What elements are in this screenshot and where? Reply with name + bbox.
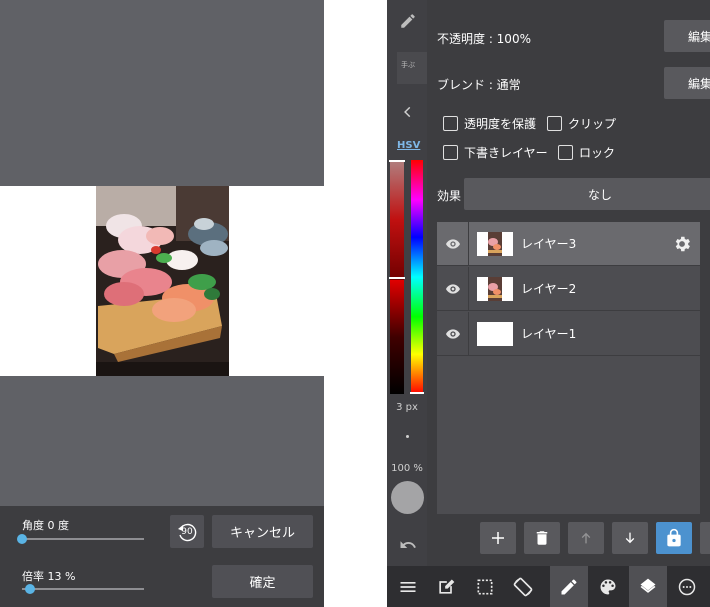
palette-button[interactable]	[589, 566, 627, 607]
canvas-area[interactable]	[0, 0, 324, 506]
menu-button[interactable]	[389, 566, 427, 607]
draft-layer-label: 下書きレイヤー	[464, 146, 548, 160]
pencil-icon	[401, 14, 415, 28]
eye-icon	[445, 239, 460, 249]
angle-label: 角度 0 度	[22, 519, 69, 532]
pencil-tool-button[interactable]	[393, 6, 423, 36]
protect-alpha-checkbox-row[interactable]: 透明度を保護	[443, 115, 536, 132]
layer-name-1: レイヤー1	[521, 327, 577, 341]
lock-icon	[667, 528, 681, 547]
arrow-down-icon	[625, 532, 635, 544]
eye-icon	[445, 284, 460, 294]
layer-panel: 不透明度 : 100% 編集 ブレンド : 通常 編集 透明度を保護 クリップ …	[427, 0, 710, 566]
gear-icon	[675, 236, 690, 252]
brush-icon	[561, 578, 577, 594]
effect-select-button[interactable]: なし	[464, 178, 710, 210]
undo-button[interactable]	[393, 530, 423, 560]
angle-slider-knob[interactable]	[17, 534, 27, 544]
protect-alpha-label: 透明度を保護	[464, 117, 537, 131]
angle-slider-track[interactable]	[22, 538, 144, 540]
brush-opacity-value[interactable]: 100 %	[387, 463, 427, 474]
move-layer-up-button[interactable]	[568, 522, 604, 554]
collapse-panel-button[interactable]	[393, 97, 423, 127]
undo-icon	[400, 541, 416, 548]
brush-preset-text: 手ぶ	[401, 61, 415, 69]
brush-button[interactable]	[550, 566, 588, 607]
transform-controls: 角度 0 度 倍率 13 % 90 キャンセル 確定	[0, 506, 324, 607]
visibility-toggle-3[interactable]	[437, 222, 469, 266]
brush-preset-tab[interactable]: 手ぶ	[397, 52, 427, 84]
edit-button[interactable]	[427, 566, 465, 607]
cancel-button[interactable]: キャンセル	[212, 515, 313, 548]
pasted-photo[interactable]	[96, 186, 229, 376]
menu-icon	[400, 581, 416, 592]
more-options-button[interactable]	[668, 566, 706, 607]
draft-layer-checkbox-row[interactable]: 下書きレイヤー	[443, 144, 548, 161]
lock-checkbox[interactable]	[558, 145, 573, 160]
layer-list: レイヤー3 レイヤー2 レイヤー1	[437, 222, 700, 514]
layer-opacity-label: 不透明度 : 100%	[437, 32, 531, 46]
photo-thumbnail-image	[477, 277, 513, 301]
dots-circle-icon	[678, 578, 696, 595]
clip-label: クリップ	[568, 117, 617, 131]
layer-pane: 手ぶ HSV 3 px 100 % 不透明度: 100% 編集 ブレンド: …	[387, 0, 710, 607]
lock-layer-button[interactable]	[656, 522, 692, 554]
layer-row-3[interactable]: レイヤー3	[437, 222, 700, 266]
effect-label: 効果	[437, 189, 462, 203]
color-sliders[interactable]	[389, 160, 425, 396]
arrow-up-icon	[581, 532, 591, 544]
delete-layer-button[interactable]	[524, 522, 560, 554]
confirm-button[interactable]: 確定	[212, 565, 313, 598]
layer-settings-button[interactable]	[670, 232, 694, 256]
visibility-toggle-2[interactable]	[437, 267, 469, 311]
layer-thumbnail-3	[477, 232, 513, 256]
blend-mode-label: ブレンド : 通常	[437, 78, 521, 92]
edit-icon	[439, 579, 455, 594]
eye-icon	[445, 329, 460, 339]
bottom-toolbar	[387, 566, 710, 607]
plus-icon	[492, 532, 504, 544]
layers-button[interactable]	[629, 566, 667, 607]
brush-size-preview	[406, 435, 409, 438]
layer-more-button[interactable]	[700, 522, 710, 554]
layer-name-3: レイヤー3	[521, 237, 577, 251]
rotate-icon	[513, 577, 533, 596]
layer-row-2[interactable]: レイヤー2	[437, 267, 700, 311]
chevron-left-icon	[404, 106, 411, 118]
clip-checkbox[interactable]	[547, 116, 562, 131]
photo-thumbnail-image	[477, 232, 513, 256]
trash-icon	[536, 531, 548, 545]
layers-icon	[640, 578, 656, 593]
transform-button[interactable]	[504, 566, 542, 607]
move-layer-down-button[interactable]	[612, 522, 648, 554]
visibility-toggle-1[interactable]	[437, 312, 469, 356]
layer-thumbnail-2	[477, 277, 513, 301]
lock-checkbox-row[interactable]: ロック	[558, 144, 615, 161]
scale-slider-track[interactable]	[22, 588, 144, 590]
sushi-photo-image	[96, 186, 229, 376]
scale-slider-knob[interactable]	[25, 584, 35, 594]
add-layer-button[interactable]	[480, 522, 516, 554]
scale-label: 倍率 13 %	[22, 570, 76, 583]
layer-name-2: レイヤー2	[521, 282, 577, 296]
clip-checkbox-row[interactable]: クリップ	[547, 115, 616, 132]
current-color-swatch[interactable]	[391, 481, 424, 514]
palette-icon	[600, 579, 616, 594]
selection-icon	[477, 579, 493, 594]
layer-row-1[interactable]: レイヤー1	[437, 312, 700, 356]
brush-size-value[interactable]: 3 px	[387, 402, 427, 413]
transform-preview-pane: 角度 0 度 倍率 13 % 90 キャンセル 確定	[0, 0, 324, 607]
protect-alpha-checkbox[interactable]	[443, 116, 458, 131]
opacity-edit-button[interactable]: 編集	[664, 20, 710, 52]
rotate-90-label: 90	[181, 526, 193, 537]
rotate-90-button[interactable]: 90	[170, 515, 204, 548]
hsv-mode-label[interactable]: HSV	[397, 140, 420, 151]
tool-strip: 手ぶ HSV 3 px 100 %	[387, 0, 427, 566]
selection-button[interactable]	[466, 566, 504, 607]
layer-thumbnail-1	[477, 322, 513, 346]
draft-layer-checkbox[interactable]	[443, 145, 458, 160]
lock-label: ロック	[579, 146, 616, 160]
blend-edit-button[interactable]: 編集	[664, 67, 710, 99]
